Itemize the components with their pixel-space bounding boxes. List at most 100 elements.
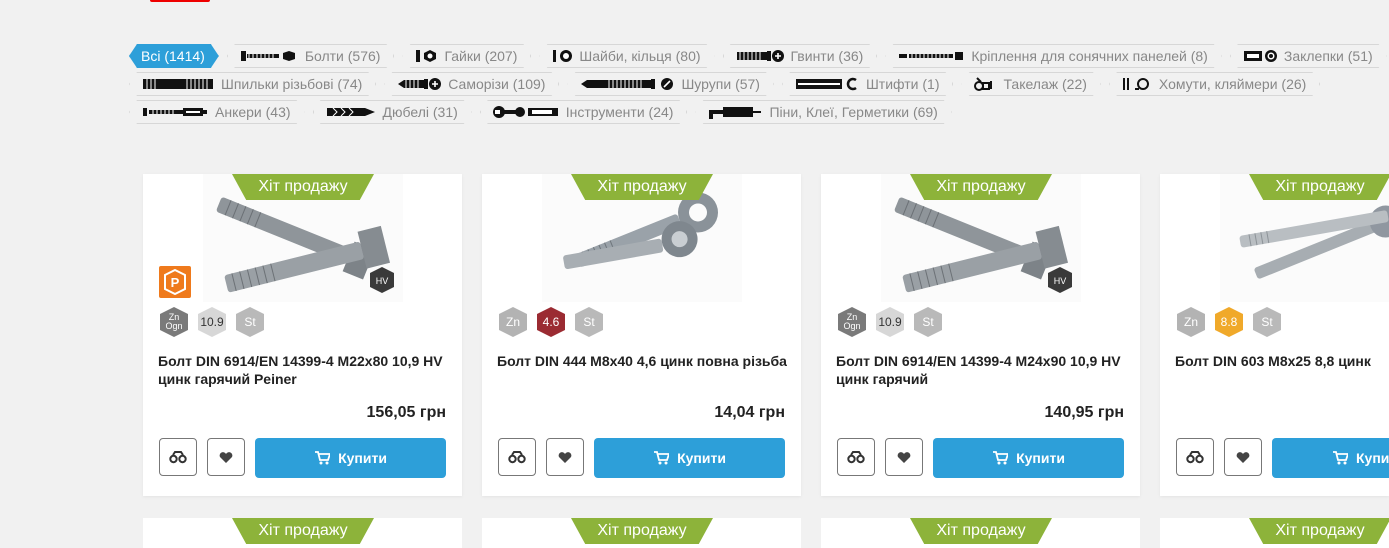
solar-mount-icon [897, 49, 965, 63]
coating-badge: Zn [498, 306, 528, 338]
heart-icon [558, 452, 572, 463]
peiner-brand-logo: P [159, 266, 191, 298]
compare-button[interactable] [159, 438, 197, 476]
tag-bolts[interactable]: Болти (576) [227, 44, 395, 68]
product-price: 156,05 грн [366, 404, 446, 421]
bolt-icon [239, 49, 299, 63]
material-badge: St [913, 306, 943, 338]
tag-all[interactable]: Всі (1414) [129, 44, 219, 68]
wishlist-button[interactable] [885, 438, 923, 476]
threaded-rod-icon [141, 77, 215, 91]
cart-icon [993, 451, 1009, 465]
compare-button[interactable] [837, 438, 875, 476]
product-card[interactable]: Хіт продажу Zn 4.6 St Болт DIN 444 M8x40… [482, 174, 801, 496]
cart-icon [654, 451, 670, 465]
material-badge: St [574, 306, 604, 338]
self-tapping-screw-icon [396, 77, 442, 91]
buy-button[interactable]: Купити [255, 438, 446, 478]
compare-icon [847, 451, 865, 464]
tag-dowels[interactable]: Дюбелі (31) [313, 100, 472, 124]
material-badge: St [235, 306, 265, 338]
tools-icon [492, 105, 560, 119]
washer-icon [551, 49, 573, 63]
svg-text:HV: HV [1054, 276, 1067, 286]
heart-icon [897, 452, 911, 463]
bestseller-ribbon: Хіт продажу [232, 518, 374, 544]
tag-threaded-rods[interactable]: Шпильки різьбові (74) [129, 72, 376, 96]
tag-rigging[interactable]: Такелаж (22) [961, 72, 1100, 96]
strength-class-badge: 10.9 [875, 306, 905, 338]
heart-icon [1236, 452, 1250, 463]
tag-washers[interactable]: Шайби, кільця (80) [539, 44, 714, 68]
buy-button[interactable]: Купити [594, 438, 785, 478]
tag-clamps[interactable]: Хомути, кляймери (26) [1109, 72, 1320, 96]
strength-class-badge: 4.6 [536, 306, 566, 338]
hv-badge: HV [369, 266, 395, 294]
nut-icon [414, 49, 438, 63]
compare-icon [1186, 451, 1204, 464]
anchor-icon [141, 105, 209, 119]
tag-solar-mounts[interactable]: Кріплення для сонячних панелей (8) [885, 44, 1222, 68]
product-name[interactable]: Болт DIN 603 M8x25 8,8 цинк [1175, 352, 1389, 370]
product-badges: Zn Ogn 10.9 St [837, 306, 943, 338]
product-card[interactable]: Хіт продажу HV Zn Ogn 10.9 St Болт DIN 69… [821, 174, 1140, 496]
bestseller-ribbon: Хіт продажу [910, 174, 1052, 200]
product-card[interactable]: Хіт продажу [143, 518, 462, 548]
strength-class-badge: 8.8 [1214, 306, 1244, 338]
pin-icon [794, 77, 860, 91]
tag-pins[interactable]: Штифти (1) [782, 72, 954, 96]
bestseller-ribbon: Хіт продажу [1249, 174, 1389, 200]
wishlist-button[interactable] [546, 438, 584, 476]
product-card[interactable]: Хіт продажу [482, 518, 801, 548]
compare-button[interactable] [498, 438, 536, 476]
product-card[interactable]: Хіт продажу P HV Zn Ogn 10.9 St Болт DIN … [143, 174, 462, 496]
strength-class-badge: 10.9 [197, 306, 227, 338]
tag-anchors[interactable]: Анкери (43) [129, 100, 305, 124]
tag-nuts[interactable]: Гайки (207) [402, 44, 531, 68]
dowel-icon [325, 105, 377, 119]
foam-gun-icon [707, 105, 763, 119]
product-name[interactable]: Болт DIN 444 M8x40 4,6 цинк повна різьба [497, 352, 792, 370]
tag-foams-glues[interactable]: Піни, Клеї, Герметики (69) [695, 100, 951, 124]
tag-rivets[interactable]: Заклепки (51) [1230, 44, 1387, 68]
clamp-icon [1121, 77, 1153, 91]
product-price: 14,04 грн [714, 404, 785, 421]
bestseller-ribbon: Хіт продажу [1249, 518, 1389, 544]
product-badges: Zn Ogn 10.9 St [159, 306, 265, 338]
product-name[interactable]: Болт DIN 6914/EN 14399-4 M22x80 10,9 HV … [158, 352, 453, 388]
svg-text:HV: HV [376, 276, 389, 286]
svg-text:P: P [171, 275, 180, 290]
product-card[interactable]: Хіт продажу [1160, 518, 1389, 548]
rivet-icon [1242, 49, 1278, 63]
hv-badge: HV [1047, 266, 1073, 294]
wishlist-button[interactable] [207, 438, 245, 476]
tag-wood-screws[interactable]: Шурупи (57) [567, 72, 774, 96]
coating-badge: Zn [1176, 306, 1206, 338]
product-price: 140,95 грн [1044, 404, 1124, 421]
page-title [150, 0, 430, 8]
coating-badge: Zn Ogn [159, 306, 189, 338]
rigging-icon [973, 77, 997, 91]
cart-icon [315, 451, 331, 465]
tag-screws[interactable]: Гвинти (36) [723, 44, 878, 68]
product-badges: Zn 4.6 St [498, 306, 604, 338]
compare-button[interactable] [1176, 438, 1214, 476]
product-card[interactable]: Хіт продажу [821, 518, 1140, 548]
wishlist-button[interactable] [1224, 438, 1262, 476]
bestseller-ribbon: Хіт продажу [571, 518, 713, 544]
heart-icon [219, 452, 233, 463]
product-badges: Zn 8.8 St [1176, 306, 1282, 338]
product-card[interactable]: Хіт продажу Zn 8.8 St Болт DIN 603 M8x25… [1160, 174, 1389, 496]
tag-tools[interactable]: Інструменти (24) [480, 100, 688, 124]
buy-button[interactable]: Купити [933, 438, 1124, 478]
product-name[interactable]: Болт DIN 6914/EN 14399-4 M24x90 10,9 HV … [836, 352, 1131, 388]
buy-button[interactable]: Купити [1272, 438, 1389, 478]
screw-icon [735, 49, 785, 63]
material-badge: St [1252, 306, 1282, 338]
bestseller-ribbon: Хіт продажу [910, 518, 1052, 544]
compare-icon [508, 451, 526, 464]
wood-screw-icon [579, 77, 675, 91]
tag-self-tapping-screws[interactable]: Саморізи (109) [384, 72, 559, 96]
compare-icon [169, 451, 187, 464]
coating-badge: Zn Ogn [837, 306, 867, 338]
